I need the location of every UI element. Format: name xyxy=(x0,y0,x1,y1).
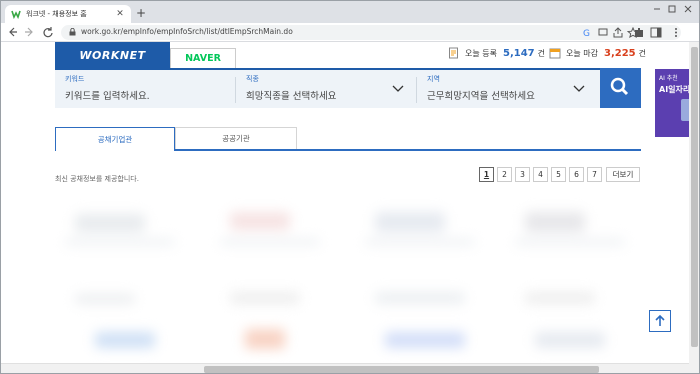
today-deadline-stat[interactable]: 오늘 마감 3,225 건 xyxy=(549,47,646,59)
today-register-label: 오늘 등록 xyxy=(465,48,497,58)
blurred-card xyxy=(75,214,145,232)
blurred-card xyxy=(375,212,445,232)
blurred-card xyxy=(230,292,300,304)
page-1-button[interactable]: 1 xyxy=(479,167,494,182)
lock-icon xyxy=(69,28,76,36)
ad-line1: AI 추천 xyxy=(659,75,678,82)
install-icon[interactable] xyxy=(597,27,609,38)
extensions-icon[interactable] xyxy=(633,27,645,38)
page-4-button[interactable]: 4 xyxy=(533,167,548,182)
job-category-select[interactable]: 직종 희망직종을 선택하세요 xyxy=(236,70,416,108)
naver-tab[interactable]: NAVER xyxy=(170,48,236,68)
reload-icon[interactable] xyxy=(42,25,54,39)
today-deadline-unit: 건 xyxy=(638,48,646,58)
today-register-unit: 건 xyxy=(537,48,545,58)
blurred-card xyxy=(365,239,475,245)
today-deadline-label: 오늘 마감 xyxy=(566,48,598,58)
scroll-to-top-button[interactable] xyxy=(649,310,671,332)
blurred-card xyxy=(230,212,290,230)
horizontal-scrollbar[interactable] xyxy=(1,363,689,373)
worknet-favicon-icon xyxy=(11,10,21,19)
logo-text: WORKNET xyxy=(79,48,146,62)
search-button[interactable] xyxy=(600,68,641,108)
back-icon[interactable] xyxy=(6,25,18,39)
tab-strip: 워크넷 - 채용정보 홈 ✕ + xyxy=(1,1,699,23)
share-icon[interactable] xyxy=(612,27,624,38)
new-tab-button[interactable]: + xyxy=(134,6,148,20)
today-register-count: 5,147 xyxy=(502,47,535,59)
address-url: work.go.kr/empInfo/empInfoSrch/list/dtlE… xyxy=(81,27,293,36)
notice-text: 최신 공채정보를 제공합니다. xyxy=(55,175,139,183)
job-search-bar: 키워드 키워드를 입력하세요. 직종 희망직종을 선택하세요 지역 근무희망지역… xyxy=(55,68,641,108)
page-6-button[interactable]: 6 xyxy=(569,167,584,182)
region-label: 지역 xyxy=(427,75,440,83)
address-bar[interactable]: work.go.kr/empInfo/empInfoSrch/list/dtlE… xyxy=(61,25,681,40)
region-value: 근무희망지역을 선택하세요 xyxy=(427,91,535,102)
tab-title: 워크넷 - 채용정보 홈 xyxy=(26,10,87,18)
vertical-scroll-thumb[interactable] xyxy=(691,47,698,347)
browser-toolbar: work.go.kr/empInfo/empInfoSrch/list/dtlE… xyxy=(1,23,699,42)
search-icon xyxy=(610,77,629,96)
worknet-logo[interactable]: WORKNET xyxy=(55,42,170,68)
blurred-company-grid xyxy=(55,194,643,373)
blurred-card xyxy=(535,332,605,348)
company-tabs: 공채기업관 공공기관 xyxy=(55,127,641,151)
menu-kebab-icon[interactable] xyxy=(670,27,682,38)
blurred-card xyxy=(220,239,320,245)
page-3-button[interactable]: 3 xyxy=(515,167,530,182)
forward-icon[interactable] xyxy=(24,25,36,39)
tab-recruit-companies[interactable]: 공채기업관 xyxy=(55,127,175,151)
window-close-icon[interactable] xyxy=(683,4,693,14)
more-button[interactable]: 더보기 xyxy=(606,167,640,182)
today-deadline-count: 3,225 xyxy=(603,47,636,59)
page-5-button[interactable]: 5 xyxy=(551,167,566,182)
tab-label: 공공기관 xyxy=(222,134,250,143)
page-7-button[interactable]: 7 xyxy=(587,167,602,182)
job-category-value: 희망직종을 선택하세요 xyxy=(246,91,337,102)
blurred-card xyxy=(385,332,465,348)
register-doc-icon xyxy=(449,47,458,59)
ad-line2: AI일자리 xyxy=(659,85,691,94)
keyword-label: 키워드 xyxy=(65,75,85,83)
blurred-card xyxy=(515,239,625,245)
blurred-card xyxy=(525,212,585,232)
sidepanel-icon[interactable] xyxy=(650,27,662,38)
chevron-down-icon xyxy=(392,85,404,92)
blurred-card xyxy=(75,294,135,304)
blurred-card xyxy=(65,239,175,245)
arrow-up-icon xyxy=(655,314,665,326)
keyword-field[interactable]: 키워드 키워드를 입력하세요. xyxy=(55,70,235,108)
blurred-card xyxy=(375,292,465,304)
maximize-icon[interactable] xyxy=(667,4,677,14)
region-select[interactable]: 지역 근무희망지역을 선택하세요 xyxy=(417,70,600,108)
tab-label: 공채기업관 xyxy=(97,135,133,144)
chevron-down-icon xyxy=(573,85,585,92)
minimize-icon[interactable] xyxy=(652,4,662,14)
tab-public-institutions[interactable]: 공공기관 xyxy=(175,127,297,149)
browser-tab[interactable]: 워크넷 - 채용정보 홈 ✕ xyxy=(5,5,131,23)
keyword-input[interactable]: 키워드를 입력하세요. xyxy=(65,88,150,102)
job-category-label: 직종 xyxy=(246,75,259,83)
svg-text:G: G xyxy=(583,29,590,38)
browser-window: 워크넷 - 채용정보 홈 ✕ + work.go.kr/empInfo/empI… xyxy=(0,0,700,374)
google-icon[interactable]: G xyxy=(581,27,593,38)
deadline-calendar-icon xyxy=(549,48,561,59)
blurred-card xyxy=(525,292,595,304)
page-2-button[interactable]: 2 xyxy=(497,167,512,182)
today-register-stat[interactable]: 오늘 등록 5,147 건 xyxy=(448,47,545,59)
web-page: WORKNET NAVER 오늘 등록 5,147 건 오늘 마감 3,225 … xyxy=(1,42,699,373)
blurred-card xyxy=(245,329,285,349)
blurred-card xyxy=(95,332,155,348)
vertical-scrollbar[interactable] xyxy=(689,42,699,373)
naver-label: NAVER xyxy=(185,53,221,64)
tab-close-icon[interactable]: ✕ xyxy=(115,9,125,19)
horizontal-scroll-thumb[interactable] xyxy=(204,366,599,373)
brand-bar: WORKNET NAVER 오늘 등록 5,147 건 오늘 마감 3,225 … xyxy=(1,42,699,68)
